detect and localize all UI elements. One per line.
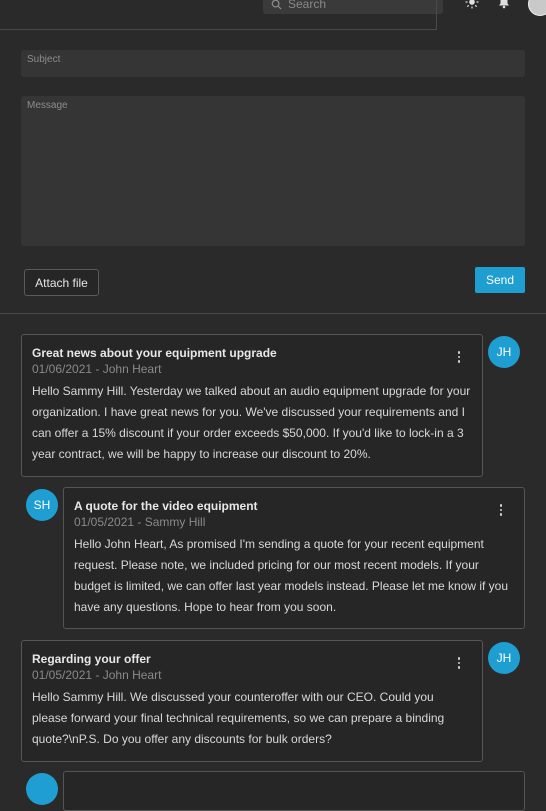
card-edge — [0, 0, 437, 30]
avatar: SH — [26, 489, 58, 521]
more-options-icon[interactable] — [452, 655, 466, 671]
message-meta: 01/05/2021 - John Heart — [32, 668, 162, 682]
avatar: JH — [488, 642, 520, 674]
theme-toggle-icon[interactable] — [465, 0, 479, 9]
avatar: JH — [488, 336, 520, 368]
message-field[interactable]: Message — [21, 96, 525, 246]
message-body: Hello John Heart, As promised I'm sendin… — [74, 537, 508, 614]
divider — [0, 313, 546, 314]
message-card: Regarding your offer 01/05/2021 - John H… — [21, 640, 483, 762]
subject-label: Subject — [27, 54, 61, 65]
send-button[interactable]: Send — [475, 267, 525, 293]
more-options-icon[interactable] — [494, 502, 508, 518]
message-card: Great news about your equipment upgrade … — [21, 334, 483, 477]
user-avatar[interactable] — [528, 0, 546, 16]
message-title: Regarding your offer — [32, 652, 151, 666]
bell-icon[interactable] — [497, 0, 511, 9]
message-card: A quote for the video equipment 01/05/20… — [63, 487, 525, 629]
avatar — [26, 773, 58, 805]
message-meta: 01/05/2021 - Sammy Hill — [74, 515, 206, 529]
message-meta: 01/06/2021 - John Heart — [32, 362, 162, 376]
message-card — [63, 771, 525, 811]
message-title: A quote for the video equipment — [74, 499, 258, 513]
message-title: Great news about your equipment upgrade — [32, 346, 277, 360]
message-label: Message — [27, 100, 68, 111]
attach-file-button[interactable]: Attach file — [24, 269, 99, 296]
subject-field[interactable]: Subject — [21, 50, 525, 77]
more-options-icon[interactable] — [452, 349, 466, 365]
message-body: Hello Sammy Hill. Yesterday we talked ab… — [32, 384, 471, 461]
message-body: Hello Sammy Hill. We discussed your coun… — [32, 690, 445, 746]
